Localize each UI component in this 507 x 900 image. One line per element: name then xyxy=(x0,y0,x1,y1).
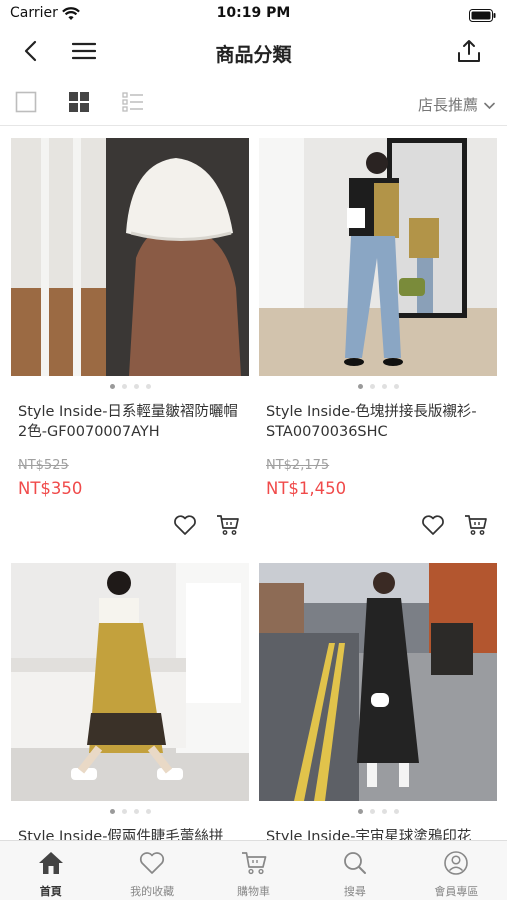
cart-icon xyxy=(216,514,240,540)
tab-home[interactable]: 首頁 xyxy=(0,841,101,900)
original-price: NT$525 xyxy=(18,458,69,473)
tab-search[interactable]: 搜尋 xyxy=(304,841,405,900)
cart-icon xyxy=(240,850,268,880)
tab-label: 我的收藏 xyxy=(130,885,175,898)
sort-dropdown[interactable]: 店長推薦 xyxy=(418,94,495,115)
list-icon xyxy=(122,91,144,117)
status-bar: Carrier 10:19 PM xyxy=(0,0,507,28)
image-pagination xyxy=(259,384,497,389)
product-image[interactable] xyxy=(11,563,249,801)
sale-price: NT$1,450 xyxy=(266,479,347,498)
tab-member[interactable]: 會員專區 xyxy=(406,841,507,900)
add-to-cart-button[interactable] xyxy=(214,513,242,541)
product-card[interactable]: Style Inside-日系輕量皺褶防曬帽 2色-GF0070007AYH N… xyxy=(11,138,249,548)
single-view-button[interactable] xyxy=(13,91,39,117)
tab-cart[interactable]: 購物車 xyxy=(203,841,304,900)
cart-icon xyxy=(464,514,488,540)
product-title[interactable]: Style Inside-假兩件睫毛蕾絲拼 xyxy=(18,827,246,840)
grid-icon xyxy=(68,91,90,117)
product-card[interactable]: Style Inside-色塊拼接長版襯衫-STA0070036SHC NT$2… xyxy=(259,138,497,548)
home-icon xyxy=(37,850,65,880)
back-button[interactable] xyxy=(12,36,48,70)
view-toolbar: 店長推薦 xyxy=(0,82,507,126)
hamburger-icon xyxy=(71,42,97,64)
battery-icon xyxy=(469,7,497,26)
heart-icon xyxy=(138,850,166,880)
sort-label: 店長推薦 xyxy=(417,96,478,114)
product-title[interactable]: Style Inside-宇宙星球塗鴉印花 xyxy=(266,827,494,840)
sale-price: NT$350 xyxy=(18,479,83,498)
product-title[interactable]: Style Inside-日系輕量皺褶防曬帽 2色-GF0070007AYH xyxy=(18,402,246,442)
list-view-button[interactable] xyxy=(120,91,146,117)
favorite-button[interactable] xyxy=(419,513,447,541)
favorite-button[interactable] xyxy=(171,513,199,541)
heart-icon xyxy=(173,514,197,540)
product-image[interactable] xyxy=(11,138,249,376)
tab-label: 搜尋 xyxy=(343,885,366,898)
image-pagination xyxy=(11,384,249,389)
nav-bar: 商品分類 xyxy=(0,30,507,76)
tab-label: 購物車 xyxy=(237,885,271,898)
menu-button[interactable] xyxy=(66,36,102,70)
product-image[interactable] xyxy=(259,563,497,801)
bottom-tab-bar: 首頁 我的收藏 購物車 搜尋 會員專區 xyxy=(0,840,507,900)
product-title[interactable]: Style Inside-色塊拼接長版襯衫-STA0070036SHC xyxy=(266,402,494,442)
chevron-down-icon xyxy=(484,96,495,114)
tab-label: 首頁 xyxy=(39,885,62,898)
status-time: 10:19 PM xyxy=(216,5,291,21)
user-icon xyxy=(442,850,470,880)
product-card[interactable]: Style Inside-宇宙星球塗鴉印花 xyxy=(259,563,497,840)
original-price: NT$2,175 xyxy=(266,458,330,473)
tab-favorites[interactable]: 我的收藏 xyxy=(101,841,202,900)
heart-icon xyxy=(421,514,445,540)
chevron-left-icon xyxy=(23,40,37,66)
product-card[interactable]: Style Inside-假兩件睫毛蕾絲拼 xyxy=(11,563,249,840)
image-pagination xyxy=(259,809,497,814)
share-icon xyxy=(457,39,481,67)
add-to-cart-button[interactable] xyxy=(462,513,490,541)
grid-view-button[interactable] xyxy=(66,91,92,117)
image-pagination xyxy=(11,809,249,814)
product-grid: Style Inside-日系輕量皺褶防曬帽 2色-GF0070007AYH N… xyxy=(0,128,507,840)
search-icon xyxy=(341,850,369,880)
share-button[interactable] xyxy=(451,36,487,70)
product-image[interactable] xyxy=(259,138,497,376)
tab-label: 會員專區 xyxy=(434,885,479,898)
square-icon xyxy=(15,91,37,117)
